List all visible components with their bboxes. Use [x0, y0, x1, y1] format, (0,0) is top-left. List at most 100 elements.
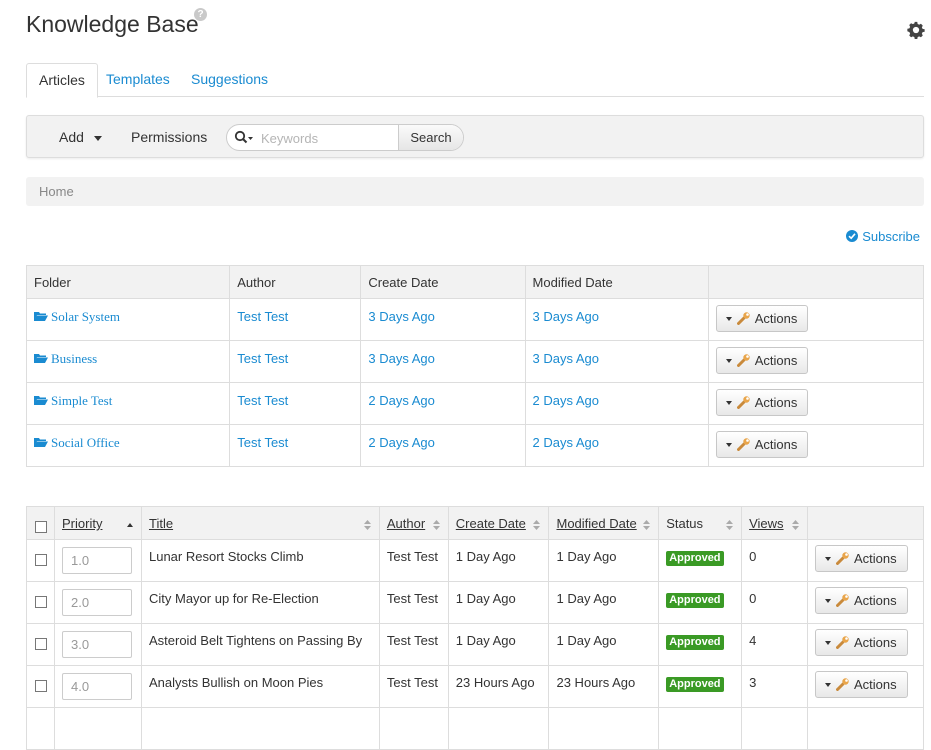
wrench-icon — [836, 636, 849, 649]
create-date[interactable]: 2 Days Ago — [360, 382, 526, 425]
create-date[interactable]: 2 Days Ago — [360, 424, 526, 467]
column-header-priority[interactable]: Priority — [54, 506, 142, 540]
row-checkbox[interactable] — [35, 554, 47, 566]
folder-name[interactable]: Solar System — [51, 309, 120, 324]
priority-input[interactable] — [62, 589, 132, 616]
permissions-button[interactable]: Permissions — [131, 129, 207, 145]
column-header-modified-date[interactable]: Modified Date — [548, 506, 660, 540]
actions-label: Actions — [854, 635, 897, 650]
modified-date[interactable]: 2 Days Ago — [525, 424, 709, 467]
table-row: Asteroid Belt Tightens on Passing By Tes… — [26, 623, 924, 666]
folder-name[interactable]: Business — [51, 351, 97, 366]
modified-date[interactable]: 3 Days Ago — [525, 340, 709, 383]
tab-articles[interactable]: Articles — [26, 63, 98, 98]
chevron-down-icon — [725, 401, 732, 405]
author-link[interactable]: Test Test — [229, 298, 362, 341]
chevron-down-icon — [725, 359, 732, 363]
priority-input[interactable] — [62, 631, 132, 658]
article-title[interactable]: Analysts Bullish on Moon Pies — [141, 665, 380, 708]
folder-name[interactable]: Simple Test — [51, 393, 112, 408]
select-all-checkbox[interactable] — [35, 521, 47, 533]
create-date: 1 Day Ago — [448, 623, 550, 666]
breadcrumb-home[interactable]: Home — [39, 184, 74, 199]
priority-input[interactable] — [62, 547, 132, 574]
views-count: 3 — [741, 665, 808, 708]
views-count: 0 — [741, 539, 808, 582]
subscribe-link[interactable]: Subscribe — [846, 229, 920, 244]
column-header-author[interactable]: Author — [379, 506, 449, 540]
create-date[interactable]: 3 Days Ago — [360, 298, 526, 341]
actions-label: Actions — [754, 311, 798, 326]
row-checkbox[interactable] — [35, 680, 47, 692]
article-title[interactable]: Asteroid Belt Tightens on Passing By — [141, 623, 380, 666]
toolbar: Add Permissions Search — [26, 115, 924, 158]
chevron-down-icon — [825, 641, 831, 645]
actions-cell: Actions — [708, 340, 925, 383]
create-date: 1 Day Ago — [448, 539, 550, 582]
author-link[interactable]: Test Test — [229, 340, 362, 383]
column-header-create-date[interactable]: Create Date — [448, 506, 550, 540]
chevron-down-icon[interactable] — [94, 136, 102, 141]
column-header-actions — [807, 506, 924, 540]
tab-templates[interactable]: Templates — [94, 63, 182, 97]
row-select-cell — [26, 581, 55, 624]
modified-date: 1 Day Ago — [548, 539, 660, 582]
actions-cell: Actions — [807, 581, 924, 624]
subscribe-label: Subscribe — [862, 229, 920, 244]
modified-date[interactable]: 2 Days Ago — [525, 382, 709, 425]
actions-button[interactable]: Actions — [715, 431, 809, 458]
column-header-title[interactable]: Title — [141, 506, 380, 540]
create-date[interactable]: 3 Days Ago — [360, 340, 526, 383]
actions-label: Actions — [854, 677, 897, 692]
table-row: City Mayor up for Re-Election Test Test … — [26, 581, 924, 624]
table-row: Solar System Test Test 3 Days Ago 3 Days… — [26, 298, 925, 341]
actions-button[interactable]: Actions — [815, 545, 908, 572]
actions-button[interactable]: Actions — [715, 305, 809, 332]
column-header-views[interactable]: Views — [741, 506, 808, 540]
actions-button[interactable]: Actions — [815, 671, 908, 698]
folder-name[interactable]: Social Office — [51, 435, 120, 450]
folder-cell[interactable]: Solar System — [26, 298, 231, 341]
author-link[interactable]: Test Test — [229, 424, 362, 467]
articles-table: Priority Title Author Create Date Modifi… — [26, 506, 924, 750]
add-menu-button[interactable]: Add — [59, 129, 84, 145]
gear-icon[interactable] — [907, 21, 925, 39]
row-checkbox[interactable] — [35, 596, 47, 608]
actions-button[interactable]: Actions — [815, 587, 908, 614]
tab-suggestions[interactable]: Suggestions — [179, 63, 280, 97]
actions-button[interactable]: Actions — [815, 629, 908, 656]
page-title: Knowledge Base — [26, 11, 199, 37]
help-icon[interactable]: ? — [194, 8, 207, 21]
actions-cell: Actions — [708, 298, 925, 341]
actions-cell: Actions — [807, 665, 924, 708]
folder-cell[interactable]: Business — [26, 340, 231, 383]
modified-date: 1 Day Ago — [548, 623, 660, 666]
search-icon[interactable] — [234, 130, 254, 146]
chevron-down-icon — [825, 557, 831, 561]
wrench-icon — [836, 552, 849, 565]
status-badge: Approved — [666, 551, 724, 566]
table-row: Business Test Test 3 Days Ago 3 Days Ago… — [26, 340, 925, 383]
column-header-status[interactable]: Status — [658, 506, 743, 540]
wrench-icon — [836, 594, 849, 607]
row-checkbox[interactable] — [35, 638, 47, 650]
status-cell: Approved — [658, 581, 743, 624]
status-badge: Approved — [666, 593, 724, 608]
article-title[interactable]: Lunar Resort Stocks Climb — [141, 539, 380, 582]
column-header-actions — [708, 265, 925, 299]
actions-cell: Actions — [708, 424, 925, 467]
priority-input[interactable] — [62, 673, 132, 700]
author-link[interactable]: Test Test — [229, 382, 362, 425]
actions-button[interactable]: Actions — [715, 347, 809, 374]
search-button[interactable]: Search — [398, 125, 463, 150]
actions-button[interactable]: Actions — [715, 389, 809, 416]
search-input[interactable] — [259, 128, 394, 148]
article-title[interactable]: City Mayor up for Re-Election — [141, 581, 380, 624]
column-header-modified-date: Modified Date — [525, 265, 709, 299]
modified-date[interactable]: 3 Days Ago — [525, 298, 709, 341]
status-badge: Approved — [666, 635, 724, 650]
folder-cell[interactable]: Simple Test — [26, 382, 231, 425]
wrench-icon — [836, 678, 849, 691]
chevron-down-icon — [725, 443, 732, 447]
folder-cell[interactable]: Social Office — [26, 424, 231, 467]
